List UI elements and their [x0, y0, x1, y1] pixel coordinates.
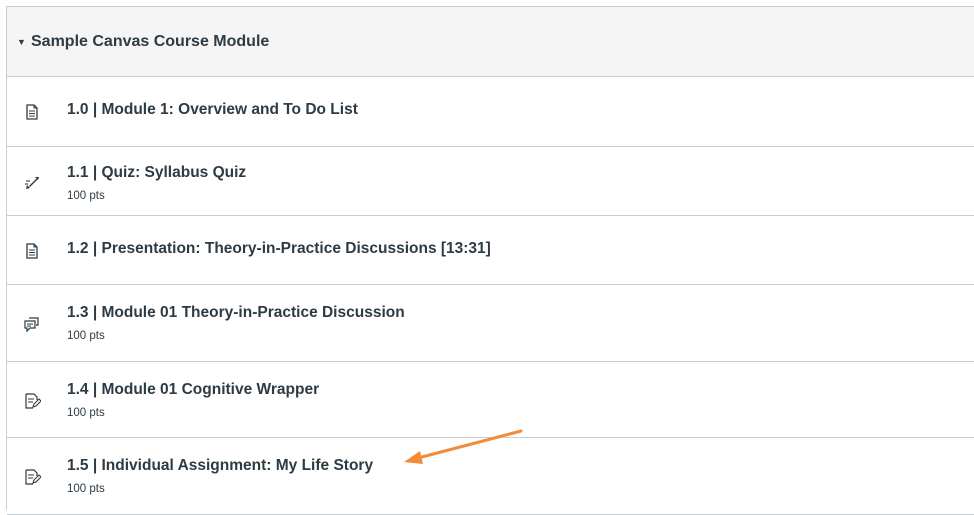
discussion-icon	[23, 315, 41, 333]
item-title-link[interactable]: 1.0 | Module 1: Overview and To Do List	[67, 101, 358, 119]
page-icon	[23, 103, 41, 121]
module-item[interactable]: 1.0 | Module 1: Overview and To Do List	[7, 77, 974, 147]
points-label: 100 pts	[67, 190, 105, 202]
item-title-link[interactable]: 1.5 | Individual Assignment: My Life Sto…	[67, 457, 373, 475]
module-item[interactable]: 1.2 | Presentation: Theory-in-Practice D…	[7, 216, 974, 285]
quiz-icon	[23, 174, 41, 192]
module-item[interactable]: 1.4 | Module 01 Cognitive Wrapper 100 pt…	[7, 362, 974, 438]
module-item[interactable]: 1.3 | Module 01 Theory-in-Practice Discu…	[7, 285, 974, 362]
course-module: ▼ Sample Canvas Course Module 1.0 | Modu…	[6, 6, 974, 515]
module-item[interactable]: 1.1 | Quiz: Syllabus Quiz 100 pts	[7, 147, 974, 216]
item-title-link[interactable]: 1.2 | Presentation: Theory-in-Practice D…	[67, 240, 491, 258]
item-title-link[interactable]: 1.1 | Quiz: Syllabus Quiz	[67, 164, 246, 182]
points-label: 100 pts	[67, 407, 105, 419]
assignment-icon	[23, 468, 42, 486]
module-header[interactable]: ▼ Sample Canvas Course Module	[7, 7, 974, 77]
caret-down-icon[interactable]: ▼	[17, 37, 31, 47]
module-item[interactable]: 1.5 | Individual Assignment: My Life Sto…	[7, 438, 974, 515]
module-title: Sample Canvas Course Module	[31, 32, 270, 50]
points-label: 100 pts	[67, 330, 105, 342]
assignment-icon	[23, 392, 42, 410]
item-title-link[interactable]: 1.3 | Module 01 Theory-in-Practice Discu…	[67, 304, 405, 322]
page-icon	[23, 242, 41, 260]
points-label: 100 pts	[67, 483, 105, 495]
item-title-link[interactable]: 1.4 | Module 01 Cognitive Wrapper	[67, 381, 319, 399]
